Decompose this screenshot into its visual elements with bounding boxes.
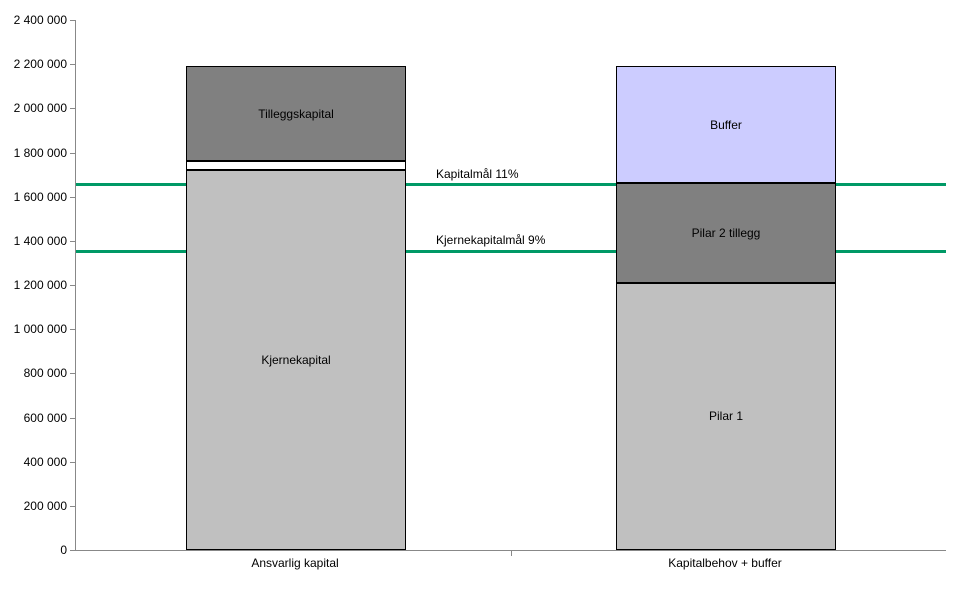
segment-label: Pilar 1	[709, 409, 743, 423]
segment-pilar1: Pilar 1	[616, 283, 836, 550]
ytick-400k: 400 000	[7, 455, 67, 469]
ytick-0: 0	[7, 543, 67, 557]
reflabel-11pct: Kapitalmål 11%	[436, 167, 519, 181]
ytick-1.2m: 1 200 000	[7, 278, 67, 292]
ytick-1.4m: 1 400 000	[7, 234, 67, 248]
chart-container: 0 200 000 400 000 600 000 800 000 1 000 …	[0, 0, 962, 596]
segment-label: Kjernekapital	[261, 353, 330, 367]
ytick-2m: 2 000 000	[7, 101, 67, 115]
ytick-600k: 600 000	[7, 411, 67, 425]
ytick-2.4m: 2 400 000	[7, 13, 67, 27]
ytick-1m: 1 000 000	[7, 322, 67, 336]
segment-label: Pilar 2 tillegg	[692, 226, 761, 240]
segment-buffer: Buffer	[616, 66, 836, 183]
segment-tilleggskapital: Tilleggskapital	[186, 66, 406, 161]
segment-pilar2: Pilar 2 tillegg	[616, 183, 836, 282]
ytick-800k: 800 000	[7, 366, 67, 380]
segment-kjernekapital: Kjernekapital	[186, 170, 406, 550]
plot-area: Kapitalmål 11% Kjernekapitalmål 9% Kjern…	[75, 20, 946, 551]
reflabel-9pct: Kjernekapitalmål 9%	[436, 233, 545, 247]
ytick-1.6m: 1 600 000	[7, 190, 67, 204]
xcat-ansvarlig: Ansvarlig kapital	[251, 556, 338, 570]
ytick-200k: 200 000	[7, 499, 67, 513]
xcat-kapitalbehov: Kapitalbehov + buffer	[668, 556, 782, 570]
segment-gap	[186, 161, 406, 170]
ytick-1.8m: 1 800 000	[7, 146, 67, 160]
ytick-2.2m: 2 200 000	[7, 57, 67, 71]
segment-label: Tilleggskapital	[258, 107, 334, 121]
segment-label: Buffer	[710, 118, 742, 132]
